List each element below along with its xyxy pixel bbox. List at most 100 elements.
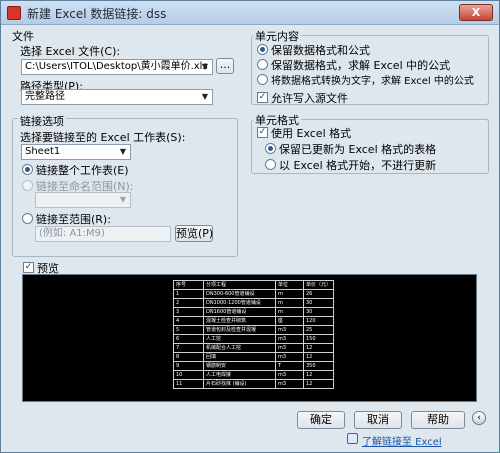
preview-cell: 8 [173,352,204,362]
path-type-value: 完整路径 [25,91,65,102]
link-range-label: 链接至范围(R): [36,213,111,226]
choose-file-label: 选择 Excel 文件(C): [20,45,121,58]
close-button[interactable]: X [459,4,493,21]
chevron-down-icon: ▼ [119,195,127,204]
preview-row: 7 机械配合人工挖 m3 12 [173,343,335,353]
browse-button[interactable]: ... [216,58,234,74]
preview-cell: 12 [302,352,335,362]
help-button[interactable]: 帮助 [411,411,465,429]
preview-cell: 人工挖 [203,334,276,344]
autocad-app-icon [7,6,21,20]
preview-row: 2 DN1000-1200管道铺设 m 30 [173,298,335,308]
keep-format-solve-radio[interactable] [257,59,268,70]
preview-cell: 11 [173,379,204,389]
preview-cell: 30 [302,298,335,308]
preview-cell: T [275,361,304,371]
preview-cell: DN1000-1200管道铺设 [203,298,276,308]
link-whole-sheet-radio[interactable] [22,164,33,175]
sheet-dropdown[interactable]: Sheet1 ▼ [21,144,131,160]
expand-collapse-button[interactable]: ‹ [472,411,486,425]
preview-cell: m3 [275,343,304,353]
preview-cell: m3 [275,334,304,344]
preview-cell: 6 [173,334,204,344]
preview-row: 4 混凝土检查井砌筑座 120 [173,316,335,326]
link-named-range-radio[interactable] [22,180,33,191]
preview-cell: DN1600管道铺设 [203,307,276,317]
keep-format-solve-label: 保留数据格式，求解 Excel 中的公式 [271,59,451,72]
preview-range-button[interactable]: 预览(P) [175,225,213,242]
ok-button[interactable]: 确定 [297,411,345,429]
preview-cell: 120 [302,316,335,326]
allow-write-label: 允许写入源文件 [271,92,348,105]
preview-cell: 7 [173,343,204,353]
preview-cell: 2 [173,298,204,308]
preview-cell: 30 [302,307,335,317]
link-options-group-title: 链接选项 [18,113,66,129]
learn-excel-link[interactable]: 了解链接至 Excel [362,433,442,448]
preview-cell: m [275,298,304,308]
keep-format-formula-radio[interactable] [257,44,268,55]
cancel-button[interactable]: 取消 [354,411,402,429]
range-placeholder: (例如: A1:M9) [39,228,105,239]
preview-row: 6 人工挖 m3 150 [173,334,335,344]
preview-cell: 12 [302,343,335,353]
convert-text-radio[interactable] [257,74,268,85]
preview-cell: m3 [275,379,304,389]
range-input[interactable]: (例如: A1:M9) [35,226,171,242]
preview-pane: 序号 分项工程 单位 单价（元） 1 DN300-600管道铺设 m 26 2 DN100… [22,274,477,402]
preview-cell: 混凝土检查井砌筑 [203,316,276,326]
preview-cell: m [275,307,304,317]
preview-cell: 3 [173,307,204,317]
preview-cell: 10 [173,370,204,380]
keep-updated-radio[interactable] [265,143,276,154]
convert-text-label: 将数据格式转换为文字，求解 Excel 中的公式 [271,76,474,87]
preview-header-cell: 单位 [275,280,304,290]
preview-row: 9 钢筋制安 T 350 [173,361,335,371]
start-excel-radio[interactable] [265,159,276,170]
preview-cell: 机械配合人工挖 [203,343,276,353]
preview-cell: 150 [302,334,335,344]
preview-header-row: 序号 分项工程 单位 单价（元） [173,280,335,290]
preview-cell: 管道包封及检查井混凝 [203,325,276,335]
window-title: 新建 Excel 数据链接: dss [27,7,167,21]
preview-cell: 片石砂找抹 (铺设) [203,379,276,389]
preview-cell: 人工电焊接 [203,370,276,380]
preview-cell: 4 [173,316,204,326]
chevron-down-icon: ▼ [119,147,127,156]
preview-cell: 12 [302,370,335,380]
link-whole-sheet-label: 链接整个工作表(E) [36,164,129,177]
preview-cell: 5 [173,325,204,335]
dialog-window: 新建 Excel 数据链接: dss X 文件 选择 Excel 文件(C): … [0,0,500,453]
preview-row: 8 回填 m3 12 [173,352,335,362]
path-type-dropdown[interactable]: 完整路径 ▼ [21,89,213,105]
keep-updated-label: 保留已更新为 Excel 格式的表格 [279,143,437,156]
preview-cell: 26 [302,289,335,299]
file-path-value: C:\Users\ITOL\Desktop\黄小霞单价.xls [25,61,208,72]
preview-row: 11 片石砂找抹 (铺设) m3 12 [173,379,335,389]
preview-cell: 9 [173,361,204,371]
preview-cell: 350 [302,361,335,371]
preview-cell: DN300-600管道铺设 [203,289,276,299]
chevron-down-icon: ▼ [201,62,209,71]
keep-format-formula-label: 保留数据格式和公式 [271,44,370,57]
preview-header-cell: 分项工程 [203,280,276,290]
sheet-value: Sheet1 [25,146,61,157]
use-excel-format-label: 使用 Excel 格式 [271,127,352,140]
link-range-radio[interactable] [22,213,33,224]
preview-cell: m3 [275,325,304,335]
link-icon [347,433,358,444]
preview-cell: 钢筋制安 [203,361,276,371]
chevron-down-icon: ▼ [201,92,209,101]
preview-checkbox[interactable]: ✓ [23,262,34,273]
preview-row: 5 管道包封及检查井混凝 m3 25 [173,325,335,335]
preview-header-cell: 单价（元） [302,280,335,290]
preview-row: 3 DN1600管道铺设 m 30 [173,307,335,317]
preview-row: 1 DN300-600管道铺设 m 26 [173,289,335,299]
file-path-dropdown[interactable]: C:\Users\ITOL\Desktop\黄小霞单价.xls ▼ [21,59,213,75]
named-range-dropdown[interactable]: ▼ [35,192,131,208]
start-excel-label: 以 Excel 格式开始，不进行更新 [279,159,437,172]
preview-cell: 25 [302,325,335,335]
preview-cell: m3 [275,352,304,362]
use-excel-format-checkbox[interactable]: ✓ [257,127,268,138]
allow-write-checkbox[interactable]: ✓ [257,92,268,103]
